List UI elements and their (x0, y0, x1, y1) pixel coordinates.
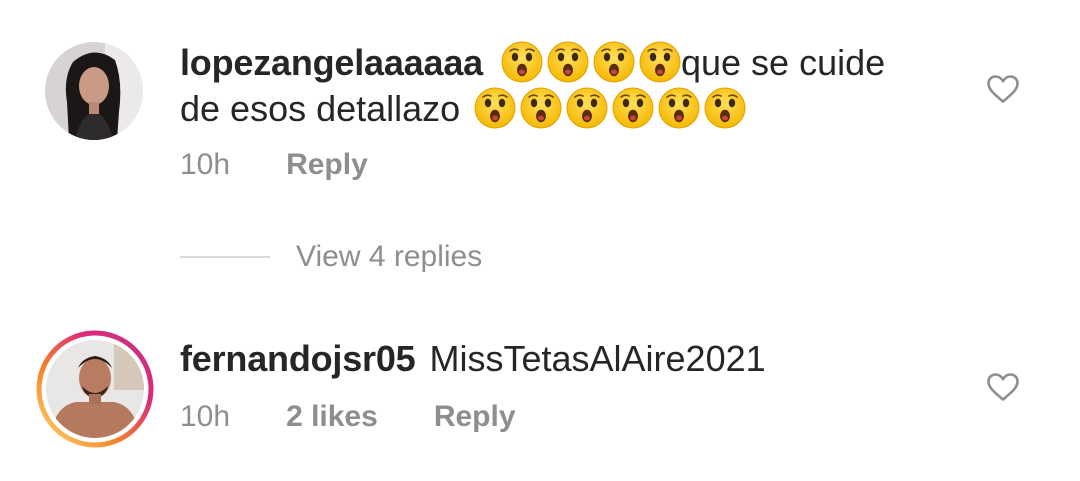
astonished-face-emoji-icon (704, 87, 746, 129)
view-replies-label: View 4 replies (296, 240, 483, 273)
avatar-photo (46, 340, 144, 438)
comment-timestamp: 10h (180, 400, 231, 433)
astonished-face-emoji-icon (501, 41, 543, 83)
astonished-face-emoji-icon (547, 41, 589, 83)
username[interactable]: fernandojsr05 (180, 338, 416, 379)
astonished-face-emoji-icon (612, 87, 654, 129)
astonished-face-emoji-icon (520, 87, 562, 129)
comment-body-part: que se cuide (680, 42, 886, 83)
reply-button[interactable]: Reply (286, 148, 368, 182)
comment-text: fernandojsr05 MissTetasAlAire2021 (180, 336, 970, 382)
comment-meta: 10h 2 likes Reply (180, 400, 516, 434)
comment-meta: 10h Reply (180, 148, 368, 182)
avatar-photo (45, 42, 143, 140)
astonished-face-emoji-icon (566, 87, 608, 129)
divider-line (180, 256, 270, 258)
comment-timestamp: 10h (180, 148, 231, 181)
view-replies-button[interactable]: View 4 replies (180, 240, 482, 274)
comment-body: MissTetasAlAire2021 (429, 338, 766, 379)
like-heart-icon[interactable] (986, 74, 1020, 104)
likes-count[interactable]: 2 likes (286, 400, 378, 434)
astonished-face-emoji-icon (639, 41, 681, 83)
astonished-face-emoji-icon (474, 87, 516, 129)
astonished-face-emoji-icon (593, 41, 635, 83)
comment-body-part: de esos detallazo (180, 88, 461, 129)
comment-item: lopezangelaaaaaa que se cuide de esos de… (0, 0, 1080, 220)
username[interactable]: lopezangelaaaaaa (180, 42, 483, 83)
comment-item: fernandojsr05 MissTetasAlAire2021 10h 2 … (0, 320, 1080, 470)
astonished-face-emoji-icon (658, 87, 700, 129)
avatar[interactable] (46, 340, 144, 438)
like-heart-icon[interactable] (986, 372, 1020, 402)
reply-button[interactable]: Reply (434, 400, 516, 434)
avatar[interactable] (45, 42, 143, 140)
comment-text: lopezangelaaaaaa que se cuide de esos de… (180, 40, 970, 132)
